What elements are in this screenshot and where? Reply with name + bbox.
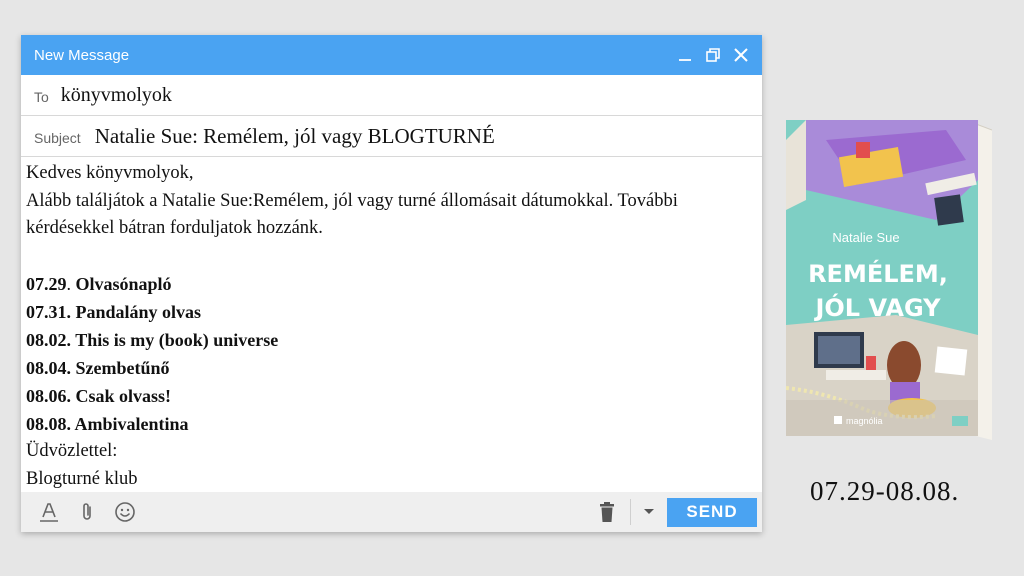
to-row: To könyvmolyok <box>21 75 762 116</box>
tour-stop-name: Szembetűnő <box>75 358 170 378</box>
tour-stop-name: Pandalány olvas <box>75 302 202 322</box>
book-publisher: magnólia <box>846 416 883 426</box>
intro-text: Alább találjátok a Natalie Sue:Remélem, … <box>26 190 678 239</box>
tour-stop-date: 08.04. <box>26 358 71 378</box>
compose-window: New Message To könyvmolyok Subject Natal… <box>21 35 762 532</box>
send-button[interactable]: SEND <box>667 497 757 527</box>
subject-field[interactable]: Natalie Sue: Remélem, jól vagy BLOGTURNÉ <box>95 124 762 149</box>
greeting-text: Kedves könyvmolyok, <box>26 163 194 183</box>
tour-stop-date: 07.29 <box>26 274 67 294</box>
tour-stop-name: This is my (book) universe <box>75 330 279 350</box>
book-cover-illustration: Natalie Sue REMÉLEM, JÓL VAGY magnólia <box>785 120 993 440</box>
tour-stop-date: 08.06. <box>26 386 71 406</box>
tour-stops-list: 07.29. Olvasónapló 07.31. Pandalány olvas… <box>26 270 750 438</box>
signature-text: Blogturné klub <box>26 468 138 489</box>
tour-stop-name: Csak olvass! <box>75 386 172 406</box>
tour-stop-item: 08.04. Szembetűnő <box>26 354 750 382</box>
tour-stop-date: 08.02. <box>26 330 71 350</box>
to-field[interactable]: könyvmolyok <box>61 84 762 107</box>
window-controls <box>676 46 750 64</box>
tour-date-range: 07.29-08.08. <box>810 476 960 506</box>
emoji-icon[interactable] <box>114 501 136 523</box>
attach-icon[interactable] <box>76 501 98 523</box>
closing-text: Üdvözlettel: <box>26 441 118 461</box>
close-icon[interactable] <box>732 46 750 64</box>
trash-icon[interactable] <box>596 501 618 523</box>
to-label: To <box>34 89 49 105</box>
book-title-line1: REMÉLEM, <box>808 259 948 288</box>
maximize-icon[interactable] <box>704 46 722 64</box>
message-body[interactable]: Kedves könyvmolyok, Alább találjátok a N… <box>21 157 762 492</box>
book-author: Natalie Sue <box>832 230 899 245</box>
minimize-icon[interactable] <box>676 46 694 64</box>
tour-stop-name: Olvasónapló <box>75 274 172 294</box>
caret-down-icon[interactable] <box>641 504 657 520</box>
tour-stop-item: 08.06. Csak olvass! <box>26 382 750 410</box>
toolbar-divider <box>630 499 631 525</box>
subject-label: Subject <box>34 130 81 146</box>
title-bar: New Message <box>21 35 762 75</box>
subject-row: Subject Natalie Sue: Remélem, jól vagy B… <box>21 116 762 157</box>
tour-stop-item: 07.29. Olvasónapló <box>26 270 750 298</box>
tour-stop-date: 08.08. <box>26 414 71 434</box>
tour-stop-item: 07.31. Pandalány olvas <box>26 298 750 326</box>
tour-stop-date: 07.31. <box>26 302 71 322</box>
tour-stop-item: 08.02. This is my (book) universe <box>26 326 750 354</box>
book-cover: Natalie Sue REMÉLEM, JÓL VAGY magnólia <box>785 120 993 442</box>
tour-stop-name: Ambivalentina <box>74 414 189 434</box>
tour-stop-item: 08.08. Ambivalentina <box>26 410 750 438</box>
format-text-icon[interactable] <box>38 501 60 523</box>
window-title: New Message <box>34 46 130 64</box>
compose-toolbar: SEND <box>21 492 762 532</box>
tour-stop-separator: . <box>66 274 76 294</box>
